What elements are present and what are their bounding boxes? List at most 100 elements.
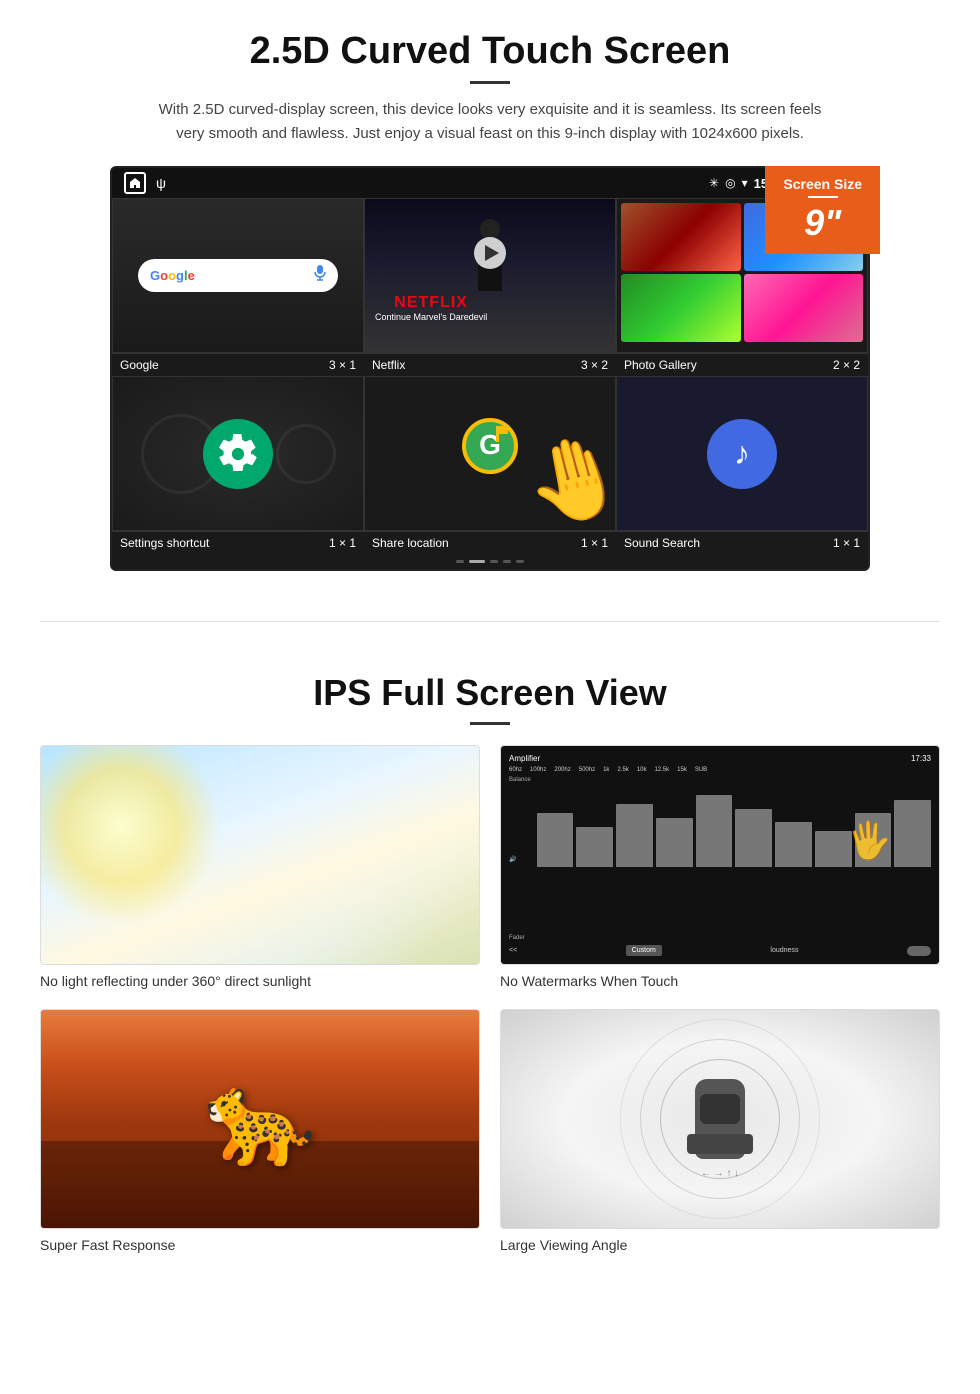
amp-fader-label: Fader [509,935,531,941]
home-icon[interactable] [124,172,146,194]
maps-label: Share location [372,536,449,550]
usb-icon: ψ [156,175,166,191]
amp-label-200: 200hz [554,767,570,773]
maps-size: 1 × 1 [581,536,608,550]
google-cell-content: Google [112,198,364,353]
amp-bars: 🖐 [537,777,931,867]
amp-footer: << Custom loudness [509,945,931,956]
gps-icon: ◎ [725,176,735,190]
netflix-subtitle: Continue Marvel's Daredevil [375,312,487,322]
cheetah-emoji: 🐆 [204,1067,316,1172]
amp-loudness-label: loudness [770,947,798,954]
netflix-app-cell[interactable]: NETFLIX Continue Marvel's Daredevil Netf… [364,198,616,376]
amp-custom-btn[interactable]: Custom [626,945,662,956]
google-label: Google [120,358,159,372]
gallery-item-4 [744,274,864,342]
badge-divider [808,196,838,198]
amplifier-caption: No Watermarks When Touch [500,973,940,989]
section-divider [40,621,940,622]
sound-label-bar: Sound Search 1 × 1 [616,531,868,554]
google-logo: Google [150,268,195,283]
google-app-cell[interactable]: Google [112,198,364,376]
eq-bar-3 [616,804,653,867]
amp-side-labels: Balance 🔊 Fader [509,777,533,941]
amp-volume-icon: 🔊 [509,856,531,863]
dot-2-active [469,560,485,563]
badge-size: 9" [783,202,862,244]
settings-cell-content [112,376,364,531]
car-arrows: ← → ↑ ↓ [701,1168,739,1179]
eq-bar-4 [656,818,693,868]
screen-size-badge: Screen Size 9" [765,166,880,254]
image-item-sunlight: No light reflecting under 360° direct su… [40,745,480,989]
gallery-item-3 [621,274,741,342]
maps-cell-content: G 🤚 [364,376,616,531]
settings-app-cell[interactable]: Settings shortcut 1 × 1 [112,376,364,554]
eq-bar-10 [894,800,931,868]
amp-label-25k: 2.5k [617,767,628,773]
music-note-icon: ♪ [734,435,750,472]
amp-label-125k: 12.5k [654,767,669,773]
amp-topbar: Amplifier 17:33 [509,754,931,763]
sound-icon-circle: ♪ [707,419,777,489]
google-size: 3 × 1 [329,358,356,372]
settings-label: Settings shortcut [120,536,209,550]
car-image: ← → ↑ ↓ [500,1009,940,1229]
settings-size: 1 × 1 [329,536,356,550]
sound-app-cell[interactable]: ♪ Sound Search 1 × 1 [616,376,868,554]
amp-label-15k: 15k [677,767,687,773]
status-bar: ψ ✳ ◎ ▾ 15:06 ⬡ ◁) ⊠ ▭ [112,168,868,198]
sunlight-visual [41,746,479,964]
amp-title: Amplifier [509,754,540,763]
amp-label-100: 100hz [530,767,546,773]
image-item-amplifier: Amplifier 17:33 60hz 100hz 200hz 500hz 1… [500,745,940,989]
image-grid: No light reflecting under 360° direct su… [40,745,940,1253]
car-caption: Large Viewing Angle [500,1237,940,1253]
eq-bar-7 [775,822,812,867]
wifi-icon: ▾ [742,176,748,190]
google-mic-icon[interactable] [314,265,326,286]
play-button[interactable] [474,237,506,269]
amp-back-btn[interactable]: << [509,947,517,954]
gallery-label: Photo Gallery [624,358,697,372]
section2-divider [470,722,510,725]
cheetah-caption: Super Fast Response [40,1237,480,1253]
maps-icon-wrapper: G [460,416,520,491]
sun-rays [41,746,221,926]
dot-1 [456,560,464,563]
amplifier-image: Amplifier 17:33 60hz 100hz 200hz 500hz 1… [500,745,940,965]
status-left: ψ [124,172,166,194]
car-rear [687,1134,753,1154]
dot-3 [490,560,498,563]
sound-size: 1 × 1 [833,536,860,550]
netflix-person-bg [365,199,615,352]
cheetah-visual: 🐆 [41,1010,479,1228]
maps-app-cell[interactable]: G 🤚 Share location 1 × 1 [364,376,616,554]
netflix-label-bar: Netflix 3 × 2 [364,353,616,376]
dot-5 [516,560,524,563]
netflix-logo-text: NETFLIX [375,294,487,312]
cheetah-image: 🐆 [40,1009,480,1229]
google-search-bar[interactable]: Google [138,259,338,292]
netflix-logo-overlay: NETFLIX Continue Marvel's Daredevil [375,294,487,322]
gallery-size: 2 × 2 [833,358,860,372]
netflix-label: Netflix [372,358,405,372]
section1-description: With 2.5D curved-display screen, this de… [150,98,830,146]
image-item-car: ← → ↑ ↓ Large Viewing Angle [500,1009,940,1253]
google-label-bar: Google 3 × 1 [112,353,364,376]
pagination-dots [112,554,868,569]
netflix-bg [365,199,615,352]
device-mockup: Screen Size 9" ψ ✳ ◎ ▾ [110,166,870,571]
amp-toggle[interactable] [907,946,931,956]
sunlight-image [40,745,480,965]
bluetooth-icon: ✳ [709,176,719,190]
eq-bar-2 [576,827,613,868]
car-body [695,1079,745,1159]
eq-bar-5 [696,795,733,867]
sound-cell-content: ♪ [616,376,868,531]
amp-freq-labels: 60hz 100hz 200hz 500hz 1k 2.5k 10k 12.5k… [509,767,931,773]
image-item-cheetah: 🐆 Super Fast Response [40,1009,480,1253]
gallery-label-bar: Photo Gallery 2 × 2 [616,353,868,376]
badge-title: Screen Size [783,176,862,192]
section1-title: 2.5D Curved Touch Screen [60,30,920,73]
